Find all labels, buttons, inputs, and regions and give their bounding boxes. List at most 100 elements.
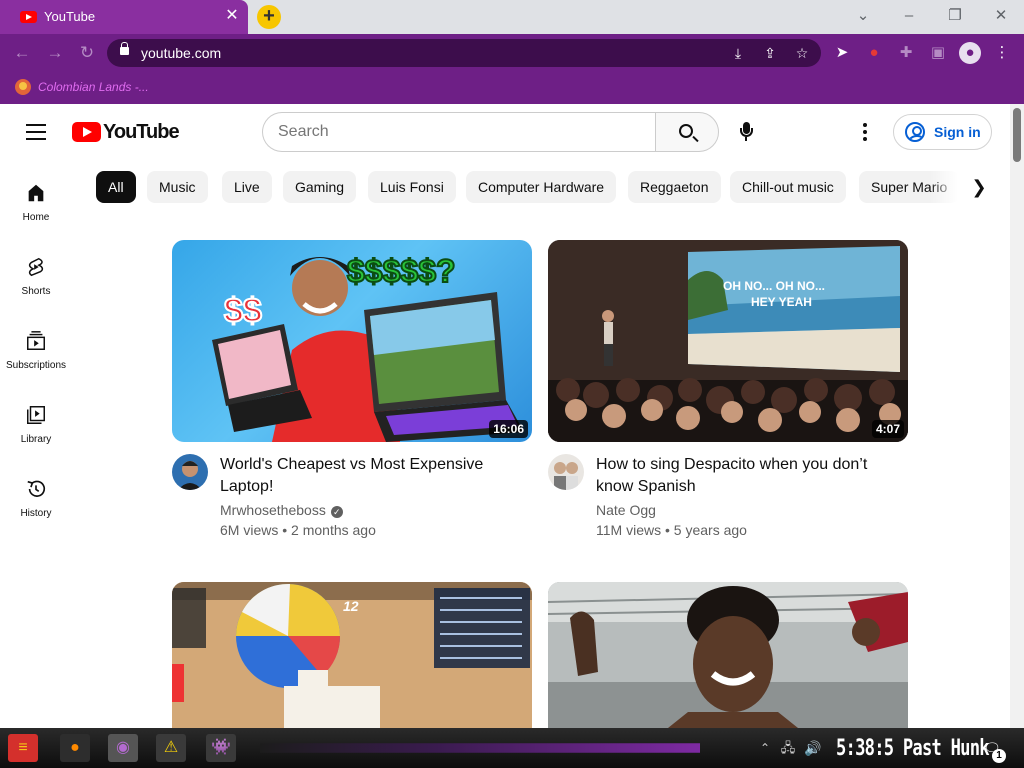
- view-count: 11M views: [596, 522, 662, 538]
- chip-music[interactable]: Music: [147, 171, 208, 203]
- tomato-extension-icon[interactable]: ●: [864, 43, 884, 63]
- channel-name[interactable]: Mrwhosetheboss ✓: [220, 502, 343, 518]
- chip-all[interactable]: All: [96, 171, 136, 203]
- chip-live[interactable]: Live: [222, 171, 272, 203]
- sign-in-label: Sign in: [934, 124, 981, 140]
- sidebar-item-history[interactable]: History: [0, 478, 72, 548]
- channel-avatar[interactable]: [172, 454, 208, 490]
- thumbnail-artwork: 12: [172, 582, 532, 728]
- profile-avatar-icon[interactable]: ●: [959, 42, 981, 64]
- url-text[interactable]: youtube.com: [141, 45, 221, 61]
- shorts-icon: [28, 257, 44, 277]
- filter-chips-bar: All Music Live Gaming Luis Fonsi Compute…: [96, 171, 966, 203]
- tab-title: YouTube: [44, 9, 96, 24]
- account-icon: [905, 122, 925, 142]
- close-tab-icon[interactable]: ✕: [222, 6, 242, 26]
- library-icon: [27, 406, 45, 424]
- minimize-button[interactable]: –: [897, 4, 921, 28]
- channel-name-text[interactable]: Nate Ogg: [596, 502, 656, 518]
- firefox-taskbar-icon[interactable]: ●: [60, 734, 90, 762]
- sign-in-button[interactable]: Sign in: [893, 114, 992, 150]
- taskbar-clock[interactable]: 5:38:5 Past Hunk: [836, 736, 990, 761]
- thumb-text-cheap: $$: [224, 292, 262, 330]
- forward-button[interactable]: →: [45, 43, 65, 63]
- taskbar-decoration: [260, 743, 700, 753]
- browser-menu-icon[interactable]: ⋮: [992, 43, 1012, 63]
- channel-name-text[interactable]: Mrwhosetheboss: [220, 502, 326, 518]
- restore-button[interactable]: ❐: [943, 4, 967, 28]
- voice-search-icon[interactable]: [738, 122, 754, 144]
- view-count: 6M views: [220, 522, 279, 538]
- sidebar-item-label: Subscriptions: [5, 360, 67, 371]
- chip-gaming[interactable]: Gaming: [283, 171, 357, 203]
- cursor-extension-icon[interactable]: ➤: [832, 43, 852, 63]
- video-meta: 6M views • 2 months ago: [220, 522, 376, 538]
- channel-name[interactable]: Nate Ogg: [596, 502, 656, 518]
- chips-next-chevron-icon[interactable]: ❯: [964, 172, 994, 202]
- video-duration: 16:06: [489, 420, 528, 438]
- browser-toolbar: ← → ↻ youtube.com ⤓ ⇪ ☆ ➤ ● ✚ ▣ ● ⋮: [0, 34, 1024, 72]
- search-button[interactable]: [655, 112, 719, 152]
- address-bar[interactable]: youtube.com ⤓ ⇪ ☆: [107, 39, 821, 67]
- channel-avatar[interactable]: [548, 454, 584, 490]
- home-icon: [28, 184, 44, 202]
- chrome-taskbar-icon[interactable]: ◉: [108, 734, 138, 762]
- chip-luis-fonsi[interactable]: Luis Fonsi: [368, 171, 456, 203]
- warning-taskbar-icon[interactable]: ⚠: [156, 734, 186, 762]
- thumb-text-expensive: $$$$$?: [347, 253, 456, 289]
- reload-button[interactable]: ↻: [77, 43, 97, 63]
- thumb-lyric-line-1: OH NO... OH NO...: [723, 279, 825, 293]
- side-panel-icon[interactable]: ▣: [928, 43, 948, 63]
- new-tab-button[interactable]: +: [257, 5, 281, 29]
- video-thumbnail[interactable]: [548, 582, 908, 728]
- video-thumbnail[interactable]: OH NO... OH NO... HEY YEAH 4:07: [548, 240, 908, 442]
- bookmarks-bar: Colombian Lands -...: [0, 72, 1024, 104]
- network-icon[interactable]: 🖧: [778, 734, 798, 762]
- youtube-favicon-icon: [20, 11, 37, 23]
- lock-icon[interactable]: [120, 42, 129, 55]
- volume-icon[interactable]: 🔊: [802, 734, 824, 762]
- search-icon: [679, 124, 693, 138]
- history-icon: [27, 480, 46, 497]
- extensions-puzzle-icon[interactable]: ✚: [896, 43, 916, 63]
- bookmark-star-icon[interactable]: ☆: [793, 44, 811, 62]
- video-thumbnail[interactable]: 12: [172, 582, 532, 728]
- sidebar-item-shorts[interactable]: Shorts: [0, 256, 72, 326]
- back-button[interactable]: ←: [12, 43, 32, 63]
- tray-expand-icon[interactable]: ⌃: [756, 734, 774, 762]
- video-duration: 4:07: [871, 420, 904, 438]
- sidebar-item-library[interactable]: Library: [0, 404, 72, 474]
- youtube-masthead: YouTube Sign in: [0, 104, 1010, 160]
- scrollbar-thumb[interactable]: [1013, 108, 1021, 162]
- bookmark-favicon-icon: [15, 79, 31, 95]
- video-title[interactable]: World's Cheapest vs Most Expensive Lapto…: [220, 454, 520, 498]
- chip-chill-out-music[interactable]: Chill-out music: [730, 171, 846, 203]
- search-input[interactable]: [278, 122, 638, 142]
- bookmark-label[interactable]: Colombian Lands -...: [38, 80, 149, 94]
- chip-reggaeton[interactable]: Reggaeton: [628, 171, 721, 203]
- logo-wordmark: YouTube: [103, 121, 180, 143]
- page-scrollbar[interactable]: [1010, 104, 1024, 728]
- guide-menu-icon[interactable]: [26, 124, 46, 140]
- game-taskbar-icon[interactable]: 👾: [206, 734, 236, 762]
- video-thumbnail[interactable]: $$ $$$$$? 16:06: [172, 240, 532, 442]
- search-box[interactable]: [262, 112, 656, 152]
- video-title[interactable]: How to sing Despacito when you don’t kno…: [596, 454, 896, 498]
- sidebar-item-subscriptions[interactable]: Subscriptions: [0, 330, 72, 400]
- browser-tab-youtube[interactable]: YouTube ✕: [0, 0, 248, 34]
- upload-age: 2 months ago: [291, 522, 376, 538]
- start-button-icon[interactable]: ≡: [8, 734, 38, 762]
- settings-menu-icon[interactable]: [862, 123, 868, 141]
- sidebar-item-home[interactable]: Home: [0, 182, 72, 252]
- tab-search-chevron-icon[interactable]: ⌄: [851, 4, 875, 28]
- chip-computer-hardware[interactable]: Computer Hardware: [466, 171, 617, 203]
- sidebar-item-label: Shorts: [21, 286, 51, 297]
- sidebar-item-label: Library: [20, 434, 52, 445]
- verified-badge-icon: ✓: [330, 506, 343, 518]
- share-icon[interactable]: ⇪: [761, 44, 779, 62]
- thumbnail-artwork: OH NO... OH NO... HEY YEAH: [548, 240, 908, 442]
- subscriptions-icon: [27, 331, 45, 350]
- sidebar-item-label: Home: [22, 212, 50, 223]
- close-window-button[interactable]: ✕: [989, 4, 1013, 28]
- install-app-icon[interactable]: ⤓: [729, 44, 747, 62]
